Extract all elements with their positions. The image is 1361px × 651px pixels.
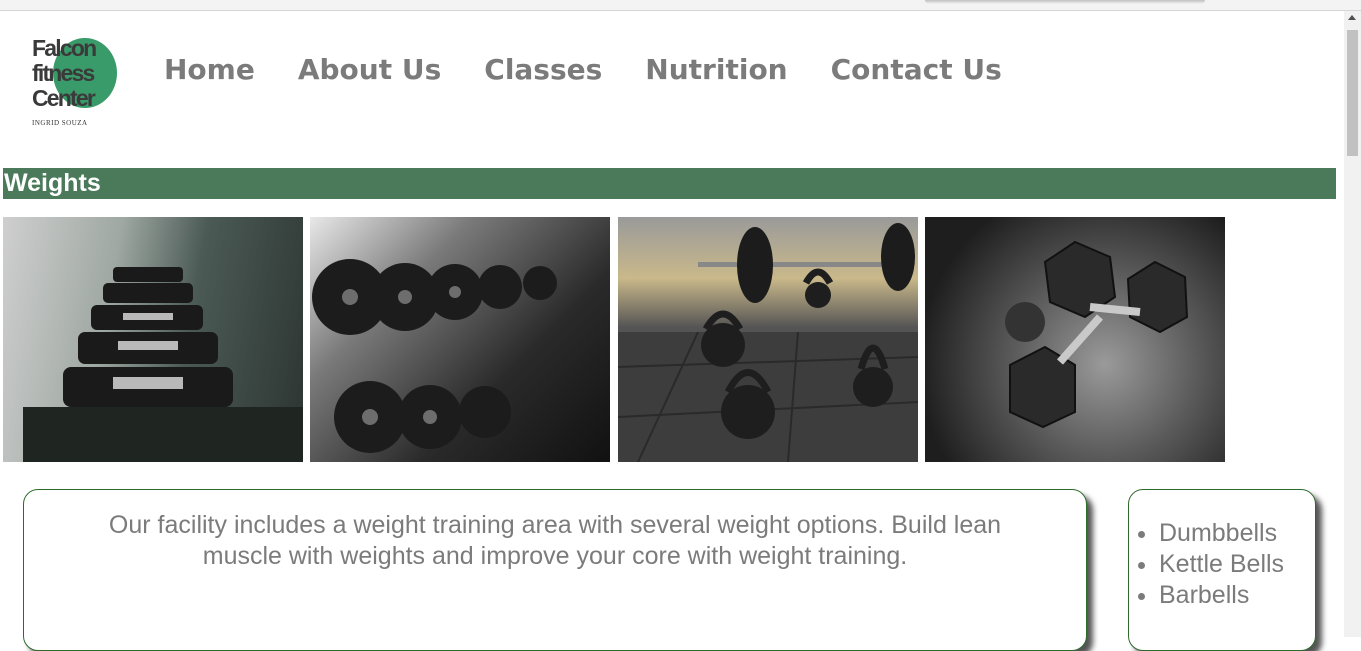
- logo-text-line2: fitness: [32, 60, 95, 86]
- scroll-up-arrow-icon[interactable]: [1348, 15, 1356, 20]
- kettlebells-photo: [618, 217, 918, 462]
- dumbbell-rack-photo: [3, 217, 303, 462]
- facility-description-box: Our facility includes a weight training …: [23, 489, 1087, 651]
- hex-dumbbells-photo: [925, 217, 1225, 462]
- nav-home[interactable]: Home: [164, 52, 255, 88]
- equipment-list: Dumbbells Kettle Bells Barbells: [1129, 518, 1315, 611]
- nav-nutrition[interactable]: Nutrition: [645, 52, 787, 88]
- logo-signature: INGRID SOUZA: [32, 119, 88, 127]
- popup-shadow: [925, 0, 1205, 4]
- vertical-scrollbar[interactable]: [1344, 11, 1361, 637]
- nav-contact-us[interactable]: Contact Us: [831, 52, 1002, 88]
- equipment-list-box: Dumbbells Kettle Bells Barbells: [1128, 489, 1316, 651]
- main-nav: Home About Us Classes Nutrition Contact …: [164, 52, 1002, 88]
- section-title: Weights: [4, 169, 101, 197]
- equipment-item-dumbbells: Dumbbells: [1159, 518, 1315, 549]
- scroll-thumb[interactable]: [1347, 30, 1358, 156]
- logo-text-line3: Center: [32, 85, 96, 111]
- equipment-item-barbells: Barbells: [1159, 580, 1315, 611]
- facility-description: Our facility includes a weight training …: [108, 511, 1002, 570]
- site-logo[interactable]: Falcon fitness Center INGRID SOUZA: [30, 35, 125, 130]
- dumbbell-rows-photo: [310, 217, 610, 462]
- nav-about-us[interactable]: About Us: [298, 52, 441, 88]
- nav-classes[interactable]: Classes: [484, 52, 602, 88]
- equipment-item-kettle-bells: Kettle Bells: [1159, 549, 1315, 580]
- section-header: Weights: [3, 168, 1336, 199]
- logo-text-line1: Falcon: [32, 35, 97, 61]
